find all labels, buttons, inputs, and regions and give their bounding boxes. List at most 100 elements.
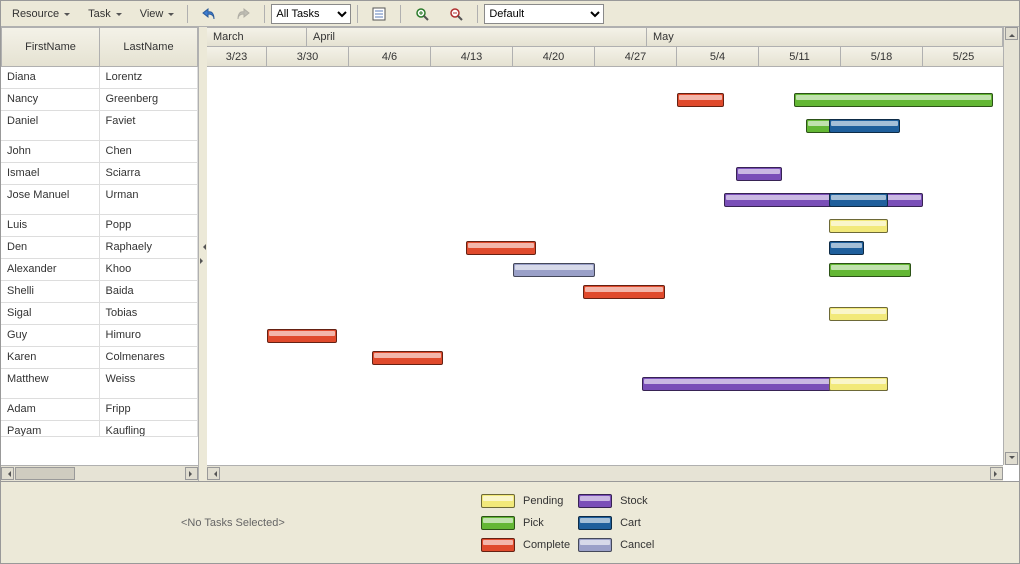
zoom-out-button[interactable] [441,3,471,25]
month-header: April [307,27,647,47]
table-row[interactable]: MatthewWeiss [1,369,198,399]
gantt-bar[interactable] [724,193,923,207]
task-filter-select[interactable]: All Tasks [271,4,351,24]
column-header-lastname[interactable]: LastName [100,27,198,67]
collapse-left-icon[interactable] [200,244,206,250]
cell-firstname: Diana [1,67,100,88]
status-text: <No Tasks Selected> [1,517,481,529]
toolbar-separator [477,5,478,23]
cell-lastname: Raphaely [100,237,199,258]
zoom-in-icon [414,6,430,22]
cell-lastname: Himuro [100,325,199,346]
cell-firstname: Sigal [1,303,100,324]
cell-lastname: Greenberg [100,89,199,110]
legend-swatch [481,516,515,530]
table-row[interactable]: SigalTobias [1,303,198,325]
table-row[interactable]: JohnChen [1,141,198,163]
table-row[interactable]: DanielFaviet [1,111,198,141]
table-row[interactable]: NancyGreenberg [1,89,198,111]
gantt-bar[interactable] [736,167,783,181]
legend: PendingStockPickCartCompleteCancel [481,490,654,556]
cell-lastname: Baida [100,281,199,302]
legend-label: Pick [523,517,570,529]
cell-firstname: Payam [1,421,100,436]
table-row[interactable]: DianaLorentz [1,67,198,89]
task-menu[interactable]: Task [81,5,129,23]
table-row[interactable]: IsmaelSciarra [1,163,198,185]
undo-button[interactable] [194,3,224,25]
toolbar-separator [357,5,358,23]
cell-firstname: Karen [1,347,100,368]
cell-firstname: Ismael [1,163,100,184]
scroll-up-icon[interactable] [1005,27,1018,40]
gantt-bar[interactable] [583,285,665,299]
table-row[interactable]: AlexanderKhoo [1,259,198,281]
scroll-left-icon[interactable] [1,467,14,480]
table-row[interactable]: KarenColmenares [1,347,198,369]
gantt-bar[interactable] [829,219,888,233]
resource-menu[interactable]: Resource [5,5,77,23]
gantt-bar[interactable] [677,93,724,107]
chart-vscrollbar[interactable] [1003,27,1019,465]
redo-button[interactable] [228,3,258,25]
resource-grid: FirstName LastName DianaLorentzNancyGree… [1,27,199,481]
undo-icon [201,6,217,22]
gantt-chart[interactable] [207,67,1019,465]
column-header-firstname[interactable]: FirstName [1,27,100,67]
scroll-thumb[interactable] [15,467,75,480]
gantt-bar[interactable] [267,329,337,343]
splitter[interactable] [199,27,207,481]
collapse-right-icon[interactable] [200,258,206,264]
cell-lastname: Kaufling [100,421,199,436]
gantt-bar[interactable] [794,93,993,107]
legend-label: Cart [620,517,654,529]
table-row[interactable]: GuyHimuro [1,325,198,347]
week-header: 3/30 [267,47,349,67]
table-row[interactable]: DenRaphaely [1,237,198,259]
legend-label: Pending [523,495,570,507]
gantt-bar[interactable] [829,241,864,255]
gantt-bar[interactable] [513,263,595,277]
week-header: 4/13 [431,47,513,67]
task-menu-label: Task [88,8,111,20]
list-button[interactable] [364,3,394,25]
cell-lastname: Weiss [100,369,199,398]
legend-swatch [578,494,612,508]
scroll-right-icon[interactable] [990,467,1003,480]
view-menu[interactable]: View [133,5,182,23]
legend-label: Stock [620,495,654,507]
cell-lastname: Urman [100,185,199,214]
zoom-in-button[interactable] [407,3,437,25]
grid-header: FirstName LastName [1,27,198,67]
scroll-down-icon[interactable] [1005,452,1018,465]
week-header: 5/18 [841,47,923,67]
view-menu-label: View [140,8,164,20]
gantt-bar[interactable] [829,377,888,391]
scroll-right-icon[interactable] [185,467,198,480]
chart-hscrollbar[interactable] [207,465,1003,481]
cell-firstname: Nancy [1,89,100,110]
list-icon [371,6,387,22]
legend-swatch [578,538,612,552]
week-header: 3/23 [207,47,267,67]
table-row[interactable]: Jose ManuelUrman [1,185,198,215]
table-row[interactable]: AdamFripp [1,399,198,421]
gantt-bar[interactable] [829,263,911,277]
scroll-left-icon[interactable] [207,467,220,480]
cell-lastname: Fripp [100,399,199,420]
table-row[interactable]: LuisPopp [1,215,198,237]
legend-swatch [578,516,612,530]
cell-firstname: Adam [1,399,100,420]
gantt-bar[interactable] [372,351,442,365]
table-row[interactable]: PayamKaufling [1,421,198,437]
grid-hscrollbar[interactable] [1,465,198,481]
gantt-bar[interactable] [829,307,888,321]
gantt-bar[interactable] [466,241,536,255]
cell-firstname: Luis [1,215,100,236]
gantt-bar[interactable] [829,193,888,207]
table-row[interactable]: ShelliBaida [1,281,198,303]
cell-firstname: Shelli [1,281,100,302]
cell-lastname: Khoo [100,259,199,280]
default-select[interactable]: Default [484,4,604,24]
gantt-bar[interactable] [829,119,899,133]
